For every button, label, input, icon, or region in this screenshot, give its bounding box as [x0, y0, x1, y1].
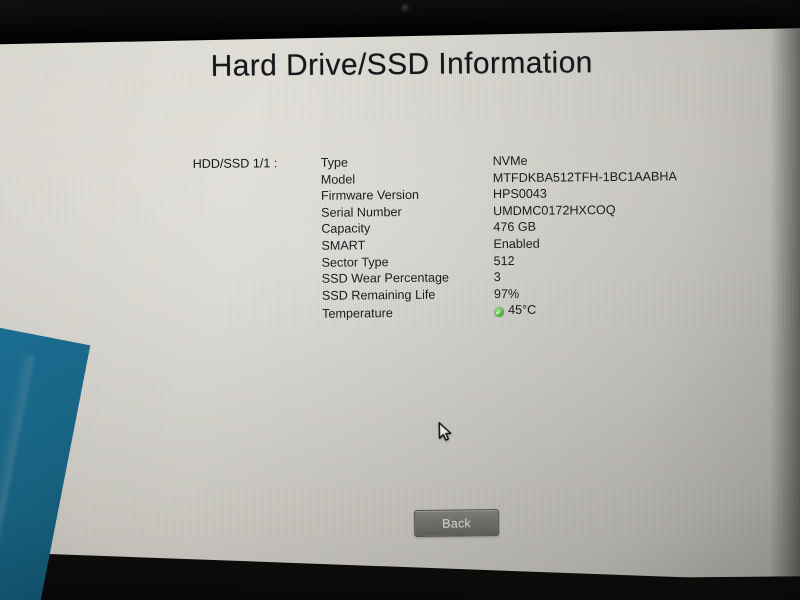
row-value-firmware-version: HPS0043	[492, 186, 547, 202]
row-label-capacity: Capacity	[321, 221, 371, 237]
laptop-lcd-panel: Hard Drive/SSD Information HDD/SSD 1/1 :…	[0, 20, 800, 584]
laptop-bezel-right	[770, 0, 800, 600]
row-label-temperature: Temperature	[322, 305, 393, 321]
row-spacer	[193, 200, 321, 201]
bios-hard-drive-information-screen: Hard Drive/SSD Information HDD/SSD 1/1 :…	[0, 20, 800, 584]
row-value-temperature: 45°C	[508, 303, 537, 318]
row-spacer	[193, 217, 321, 218]
row-spacer	[194, 317, 322, 318]
row-spacer	[194, 250, 322, 251]
hdd-ssd-unit-label: HDD/SSD 1/1 :	[192, 156, 278, 172]
row-value-type: NVMe	[492, 153, 528, 169]
row-label-serial-number: Serial Number	[321, 204, 402, 220]
row-spacer	[194, 283, 322, 284]
row-label-smart: SMART	[321, 238, 366, 253]
row-label-ssd-wear-percentage: SSD Wear Percentage	[321, 270, 450, 286]
webcam-icon	[401, 4, 410, 13]
row-spacer	[193, 233, 321, 234]
row-spacer	[193, 183, 321, 184]
row-spacer	[194, 300, 322, 301]
row-label-model: Model	[320, 172, 356, 187]
mouse-pointer-icon	[438, 422, 452, 441]
row-label-ssd-remaining-life: SSD Remaining Life	[321, 287, 436, 303]
row-spacer	[194, 266, 322, 267]
back-button[interactable]: Back	[413, 508, 500, 538]
row-value-ssd-remaining-life: 97%	[493, 286, 520, 301]
row-value-sector-type: 512	[493, 253, 515, 268]
row-label-sector-type: Sector Type	[321, 254, 389, 270]
green-check-circle-icon	[494, 306, 505, 317]
row-label-type: Type	[320, 155, 349, 170]
row-value-ssd-wear-percentage: 3	[493, 270, 501, 285]
row-value-smart: Enabled	[493, 236, 540, 252]
drive-info-table: HDD/SSD 1/1 : Type NVMe Model MTFDKBA512…	[193, 151, 679, 322]
photograph-of-laptop-screen: Hard Drive/SSD Information HDD/SSD 1/1 :…	[0, 0, 800, 600]
row-value-model: MTFDKBA512TFH-1BC1AABHA	[492, 168, 677, 185]
row-value-capacity: 476 GB	[493, 220, 537, 235]
row-value-serial-number: UMDMC0172HXCOQ	[493, 202, 616, 218]
table-row: Temperature 45°C	[194, 301, 678, 322]
row-value-temperature-wrapper: 45°C	[494, 302, 536, 319]
row-label-firmware-version: Firmware Version	[320, 188, 420, 203]
page-title: Hard Drive/SSD Information	[210, 46, 593, 83]
